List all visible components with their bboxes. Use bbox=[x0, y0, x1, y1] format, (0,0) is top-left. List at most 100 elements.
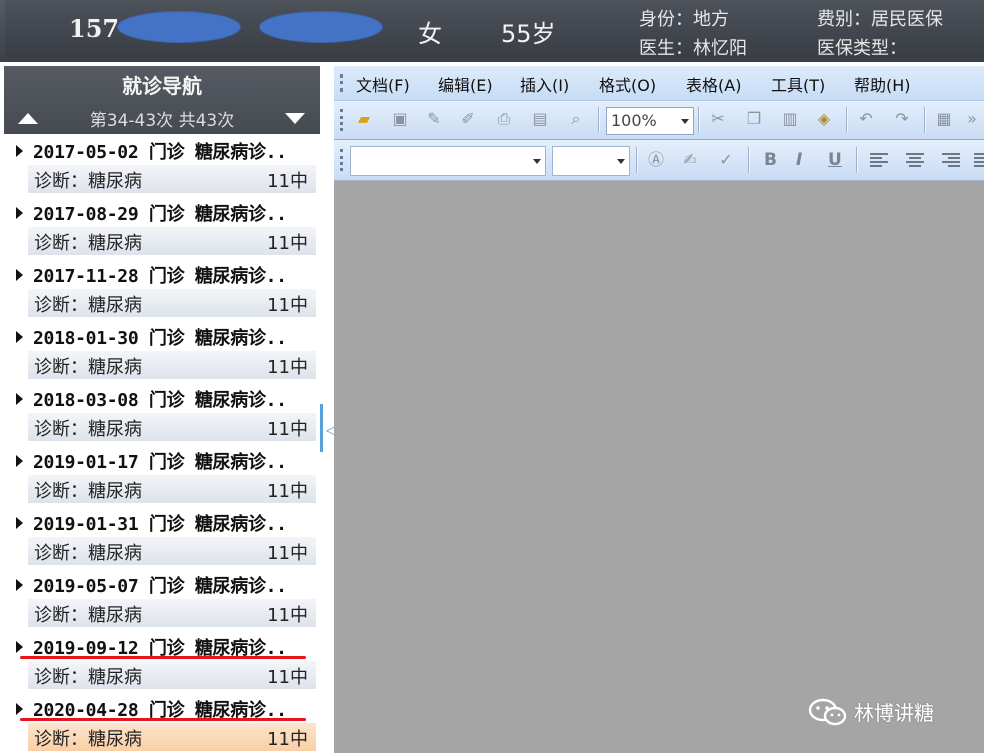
visit-header-row[interactable]: 2019-05-07 门诊 糖尿病诊.. bbox=[4, 571, 320, 599]
expand-arrow-icon[interactable] bbox=[16, 145, 23, 157]
visit-detail-row[interactable]: 诊断：糖尿病 11中 bbox=[28, 723, 316, 751]
visit-item[interactable]: 2019-09-12 门诊 糖尿病诊.. 诊断：糖尿病 11中 bbox=[4, 633, 320, 691]
cut-icon[interactable]: ✂ bbox=[708, 109, 728, 129]
font-size-select[interactable] bbox=[552, 146, 630, 176]
brush-icon[interactable]: ✓ bbox=[716, 150, 736, 170]
visit-item[interactable]: 2017-05-02 门诊 糖尿病诊.. 诊断：糖尿病 11中 bbox=[4, 137, 320, 195]
visit-navigation: 就诊导航 第34-43次 共43次 2017-05-02 门诊 糖尿病诊.. 诊断… bbox=[4, 66, 320, 753]
visit-title: 2018-01-30 门诊 糖尿病诊.. bbox=[33, 328, 287, 349]
menu-format[interactable]: 格式(O) bbox=[599, 72, 656, 96]
visit-item[interactable]: 2019-01-31 门诊 糖尿病诊.. 诊断：糖尿病 11中 bbox=[4, 509, 320, 567]
print-preview-icon[interactable]: ⌕ bbox=[566, 109, 586, 129]
panel-splitter[interactable]: ◁ bbox=[320, 66, 335, 753]
expand-arrow-icon[interactable] bbox=[16, 641, 23, 653]
visit-header-row[interactable]: 2019-01-31 门诊 糖尿病诊.. bbox=[4, 509, 320, 537]
visit-detail-row[interactable]: 诊断：糖尿病 11中 bbox=[28, 537, 316, 565]
visit-diagnosis: 诊断：糖尿病 bbox=[34, 295, 142, 316]
open-folder-icon[interactable]: ▰ bbox=[354, 109, 374, 129]
visit-detail-row[interactable]: 诊断：糖尿病 11中 bbox=[28, 351, 316, 379]
expand-arrow-icon[interactable] bbox=[16, 517, 23, 529]
eraser-icon[interactable]: ✐ bbox=[458, 109, 478, 129]
patient-identity: 身份：地方 bbox=[639, 9, 729, 30]
visit-header-row[interactable]: 2019-09-12 门诊 糖尿病诊.. bbox=[4, 633, 320, 661]
document-editor[interactable]: 文档(F) 编辑(E) 插入(I) 格式(O) 表格(A) 工具(T) 帮助(H… bbox=[334, 66, 984, 753]
font-name-select[interactable] bbox=[350, 146, 546, 176]
menu-help[interactable]: 帮助(H) bbox=[854, 72, 911, 96]
visit-header-row[interactable]: 2018-03-08 门诊 糖尿病诊.. bbox=[4, 385, 320, 413]
justify-icon[interactable] bbox=[974, 153, 984, 167]
visit-item[interactable]: 2018-01-30 门诊 糖尿病诊.. 诊断：糖尿病 11中 bbox=[4, 323, 320, 381]
expand-arrow-icon[interactable] bbox=[16, 269, 23, 281]
visit-item[interactable]: 2019-01-17 门诊 糖尿病诊.. 诊断：糖尿病 11中 bbox=[4, 447, 320, 505]
chevron-down-icon[interactable] bbox=[533, 159, 541, 164]
underline-button[interactable]: U bbox=[828, 150, 842, 170]
table-icon[interactable]: ▦ bbox=[934, 109, 954, 129]
expand-arrow-icon[interactable] bbox=[16, 207, 23, 219]
more-icon[interactable]: » bbox=[962, 109, 982, 129]
visit-item[interactable]: 2019-05-07 门诊 糖尿病诊.. 诊断：糖尿病 11中 bbox=[4, 571, 320, 629]
visit-item[interactable]: 2020-04-28 门诊 糖尿病诊.. 诊断：糖尿病 11中 bbox=[4, 695, 320, 753]
italic-button[interactable]: I bbox=[796, 150, 802, 170]
visit-title: 2017-11-28 门诊 糖尿病诊.. bbox=[33, 266, 287, 287]
visit-header-row[interactable]: 2017-08-29 门诊 糖尿病诊.. bbox=[4, 199, 320, 227]
chevron-down-icon[interactable] bbox=[681, 119, 689, 124]
visit-item[interactable]: 2017-11-28 门诊 糖尿病诊.. 诊断：糖尿病 11中 bbox=[4, 261, 320, 319]
pencil-icon[interactable]: ✎ bbox=[424, 109, 444, 129]
visit-department: 11中 bbox=[267, 481, 308, 502]
undo-icon[interactable]: ↶ bbox=[856, 109, 876, 129]
visit-header-row[interactable]: 2017-05-02 门诊 糖尿病诊.. bbox=[4, 137, 320, 165]
splitter-grip[interactable] bbox=[320, 404, 323, 452]
red-underline-annotation bbox=[20, 656, 306, 659]
align-left-icon[interactable] bbox=[870, 153, 888, 167]
expand-arrow-icon[interactable] bbox=[16, 331, 23, 343]
redo-icon[interactable]: ↷ bbox=[892, 109, 912, 129]
zoom-select[interactable]: 100% bbox=[606, 107, 694, 135]
visit-detail-row[interactable]: 诊断：糖尿病 11中 bbox=[28, 661, 316, 689]
menu-edit[interactable]: 编辑(E) bbox=[438, 72, 493, 96]
visit-detail-row[interactable]: 诊断：糖尿病 11中 bbox=[28, 413, 316, 441]
menu-tools[interactable]: 工具(T) bbox=[771, 72, 825, 96]
toolbar-grip-icon[interactable] bbox=[340, 149, 346, 171]
menu-document[interactable]: 文档(F) bbox=[356, 72, 410, 96]
visit-item[interactable]: 2017-08-29 门诊 糖尿病诊.. 诊断：糖尿病 11中 bbox=[4, 199, 320, 257]
toolbar-separator bbox=[856, 147, 858, 173]
format-painter-icon[interactable]: ✍ bbox=[680, 150, 700, 170]
visit-item[interactable]: 2018-03-08 门诊 糖尿病诊.. 诊断：糖尿病 11中 bbox=[4, 385, 320, 443]
paste-special-icon[interactable]: ◈ bbox=[814, 109, 834, 129]
visit-detail-row[interactable]: 诊断：糖尿病 11中 bbox=[28, 475, 316, 503]
copy-icon[interactable]: ❐ bbox=[744, 109, 764, 129]
bold-button[interactable]: B bbox=[764, 150, 777, 170]
menu-grip-icon[interactable] bbox=[340, 74, 346, 92]
print-setup-icon[interactable]: ▤ bbox=[530, 109, 550, 129]
visit-diagnosis: 诊断：糖尿病 bbox=[34, 357, 142, 378]
paste-icon[interactable]: ▥ bbox=[780, 109, 800, 129]
visit-department: 11中 bbox=[267, 233, 308, 254]
visit-detail-row[interactable]: 诊断：糖尿病 11中 bbox=[28, 599, 316, 627]
expand-arrow-icon[interactable] bbox=[16, 393, 23, 405]
standard-toolbar: ▰ ▣ ✎ ✐ ⎙ ▤ ⌕ 100% ✂ ❐ ▥ ◈ ↶ ↷ ▦ » bbox=[334, 101, 984, 139]
expand-arrow-icon[interactable] bbox=[16, 455, 23, 467]
visit-detail-row[interactable]: 诊断：糖尿病 11中 bbox=[28, 289, 316, 317]
font-style-icon[interactable]: Ⓐ bbox=[646, 150, 666, 170]
visit-header-row[interactable]: 2020-04-28 门诊 糖尿病诊.. bbox=[4, 695, 320, 723]
expand-arrow-icon[interactable] bbox=[16, 703, 23, 715]
visit-detail-row[interactable]: 诊断：糖尿病 11中 bbox=[28, 165, 316, 193]
save-icon[interactable]: ▣ bbox=[390, 109, 410, 129]
expand-arrow-icon[interactable] bbox=[16, 579, 23, 591]
print-icon[interactable]: ⎙ bbox=[494, 109, 514, 129]
toolbar-grip-icon[interactable] bbox=[340, 109, 346, 131]
chevron-down-icon[interactable] bbox=[617, 159, 625, 164]
visit-detail-row[interactable]: 诊断：糖尿病 11中 bbox=[28, 227, 316, 255]
visit-header-row[interactable]: 2019-01-17 门诊 糖尿病诊.. bbox=[4, 447, 320, 475]
align-right-icon[interactable] bbox=[942, 153, 960, 167]
visit-header-row[interactable]: 2018-01-30 门诊 糖尿病诊.. bbox=[4, 323, 320, 351]
menu-insert[interactable]: 插入(I) bbox=[520, 72, 569, 96]
page-down-icon[interactable] bbox=[285, 113, 305, 124]
align-center-icon[interactable] bbox=[906, 153, 924, 167]
visit-diagnosis: 诊断：糖尿病 bbox=[34, 419, 142, 440]
visit-header-row[interactable]: 2017-11-28 门诊 糖尿病诊.. bbox=[4, 261, 320, 289]
toolbar-separator bbox=[748, 147, 750, 173]
toolbar-separator bbox=[636, 147, 638, 173]
menu-table[interactable]: 表格(A) bbox=[686, 72, 741, 96]
visit-diagnosis: 诊断：糖尿病 bbox=[34, 667, 142, 688]
